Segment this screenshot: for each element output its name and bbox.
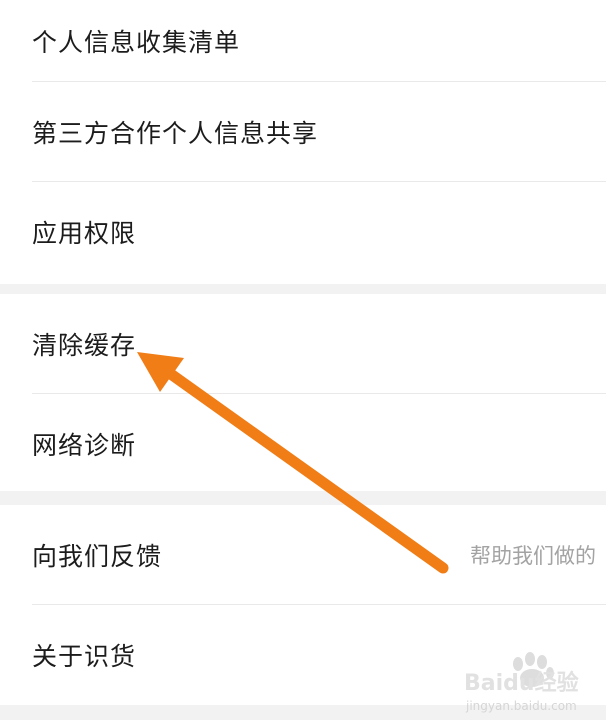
personal-info-list-item[interactable]: 个人信息收集清单 [0, 0, 606, 82]
feedback-label: 向我们反馈 [32, 542, 163, 571]
app-permissions-item[interactable]: 应用权限 [0, 182, 606, 282]
personal-info-list-label: 个人信息收集清单 [32, 28, 241, 57]
settings-group-privacy: 个人信息收集清单 第三方合作个人信息共享 应用权限 [0, 0, 606, 284]
about-label: 关于识货 [32, 642, 137, 671]
clear-cache-label: 清除缓存 [32, 331, 137, 360]
about-item[interactable]: 关于识货 [0, 605, 606, 705]
settings-group-about: 向我们反馈 帮助我们做的 关于识货 [0, 505, 606, 705]
third-party-sharing-item[interactable]: 第三方合作个人信息共享 [0, 82, 606, 182]
settings-group-tools: 清除缓存 网络诊断 [0, 294, 606, 491]
feedback-item[interactable]: 向我们反馈 帮助我们做的 [0, 505, 606, 605]
network-diagnosis-item[interactable]: 网络诊断 [0, 394, 606, 494]
feedback-hint: 帮助我们做的 [470, 544, 596, 568]
app-permissions-label: 应用权限 [32, 219, 137, 248]
network-diagnosis-label: 网络诊断 [32, 431, 137, 460]
third-party-sharing-label: 第三方合作个人信息共享 [32, 119, 319, 148]
clear-cache-item[interactable]: 清除缓存 [0, 294, 606, 394]
